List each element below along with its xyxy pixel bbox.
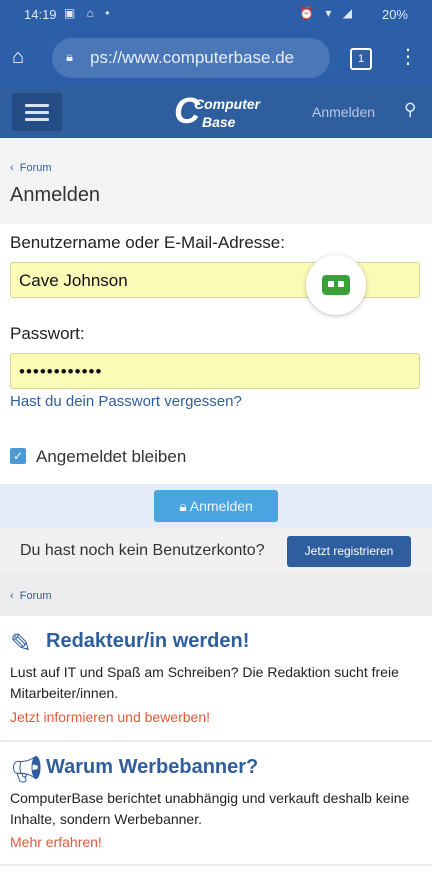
promo-card-partial [0,866,432,886]
site-header: C Computer Base Anmelden ⚲ [0,86,432,138]
password-input[interactable]: •••••••••••• [10,353,420,389]
lock-icon: 🔒︎ [66,49,73,64]
header-login-link[interactable]: Anmelden [312,104,375,120]
search-icon[interactable]: ⚲ [404,100,416,120]
tab-switcher-button[interactable]: 1 [350,48,372,70]
password-label: Passwort: [10,324,85,343]
promo-title[interactable]: Redakteur/in werden! [46,630,249,653]
username-label: Benutzername oder E-Mail-Adresse: [10,233,285,252]
hamburger-line [25,111,49,114]
site-logo[interactable]: C Computer Base [174,90,260,132]
breadcrumb-area: ‹ Forum Anmelden [0,138,432,224]
signal-icons: ⏰ ▾ ◢ [299,6,356,20]
hamburger-menu-button[interactable] [12,93,62,131]
address-bar[interactable]: 🔒︎ ps://www.computerbase.de [52,38,330,78]
promo-card: ✎ Redakteur/in werden! Lust auf IT und S… [0,616,432,740]
robot-icon [322,275,350,295]
login-submit-button[interactable]: 🔒︎ Anmelden [154,490,278,522]
lock-icon: 🔒︎ [179,498,187,514]
status-bar: 14:19 ▣ ⌂ • ⏰ ▾ ◢ 20% [0,0,432,30]
stay-logged-in-checkbox[interactable]: ✓ [10,448,26,464]
promo-link[interactable]: Jetzt informieren und bewerben! [10,709,210,725]
submit-area: 🔒︎ Anmelden [0,484,432,528]
browser-toolbar: ⌂ 🔒︎ ps://www.computerbase.de 1 ⋮ [0,30,432,86]
notification-icons: ▣ ⌂ • [64,6,114,20]
forgot-password-link[interactable]: Hast du dein Passwort vergessen? [10,393,242,410]
overflow-menu-icon[interactable]: ⋮ [398,44,418,69]
hamburger-line [25,104,49,107]
pen-icon: ✎ [10,628,32,658]
promo-link[interactable]: Mehr erfahren! [10,834,102,850]
password-manager-badge[interactable] [306,255,366,315]
stay-logged-in-label[interactable]: Angemeldet bleiben [36,447,186,467]
megaphone-icon: 📢︎ [10,754,44,784]
promo-title[interactable]: Warum Werbebanner? [46,756,258,779]
url-text: ps://www.computerbase.de [90,48,295,67]
register-area: Du hast noch kein Benutzerkonto? Jetzt r… [0,528,432,574]
promo-text: ComputerBase berichtet unabhängig und ve… [10,790,410,827]
hamburger-line [25,118,49,121]
login-form: Benutzername oder E-Mail-Adresse: Cave J… [0,224,432,484]
promo-card: 📢︎ Warum Werbebanner? ComputerBase beric… [0,742,432,864]
breadcrumb[interactable]: ‹ Forum [10,162,52,174]
register-button[interactable]: Jetzt registrieren [287,536,411,567]
promo-text: Lust auf IT und Spaß am Schreiben? Die R… [10,664,399,701]
battery-level: 20% [381,7,408,22]
page-title: Anmelden [10,184,101,206]
home-icon[interactable]: ⌂ [12,46,38,70]
register-prompt: Du hast noch kein Benutzerkonto? [20,542,265,559]
footer-breadcrumb[interactable]: ‹ Forum [10,590,52,602]
clock: 14:19 [24,7,57,22]
